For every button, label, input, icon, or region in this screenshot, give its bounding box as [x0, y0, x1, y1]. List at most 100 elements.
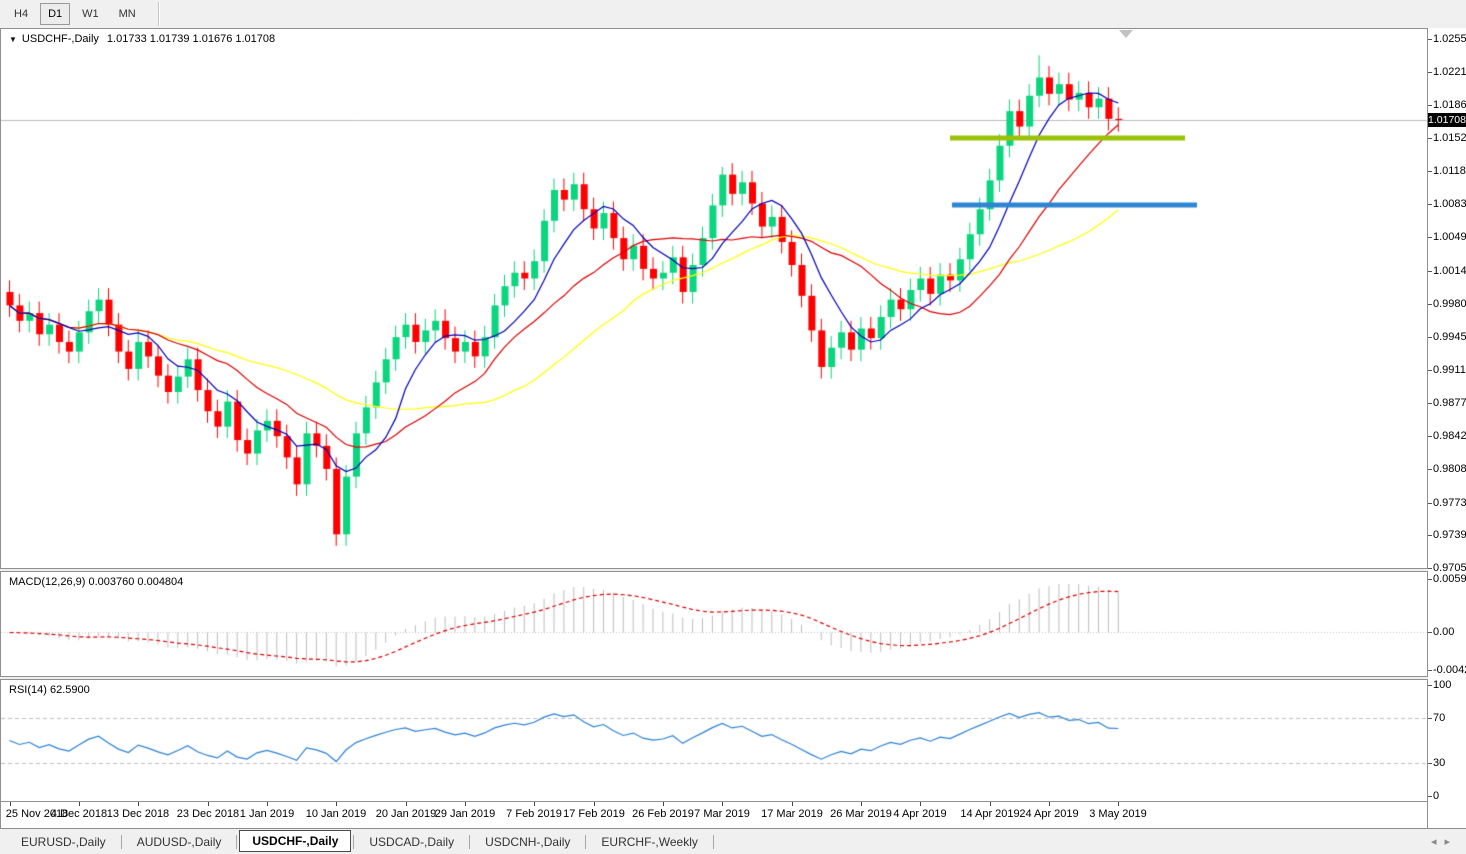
time-scale-tick	[534, 802, 535, 806]
time-scale-label: 17 Mar 2019	[761, 808, 823, 820]
chart-tab-bar: EURUSD-,Daily AUDUSD-,Daily USDCHF-,Dail…	[0, 828, 1466, 854]
time-scale-label: 10 Jan 2019	[305, 808, 367, 820]
rsi-scale-tick	[1428, 718, 1432, 719]
tab-separator	[585, 834, 587, 849]
price-scale-label: 0.98080	[1433, 463, 1466, 475]
time-scale-label: 29 Jan 2019	[434, 808, 496, 820]
tab-separator	[120, 834, 122, 849]
timeframe-toolbar: H4 D1 W1 MN	[0, 0, 1466, 28]
price-scale-tick	[1428, 535, 1432, 536]
tab-eurusd-daily[interactable]: EURUSD-,Daily	[8, 832, 119, 852]
price-scale-label: 1.00490	[1433, 231, 1466, 243]
time-scale-tick	[79, 802, 80, 806]
time-scale-tick	[1049, 802, 1050, 806]
price-scale-label: 1.02550	[1433, 33, 1466, 45]
rsi-scale-label: 30	[1433, 757, 1446, 769]
time-scale-label: 24 Apr 2019	[1019, 808, 1079, 820]
price-scale-label: 0.99110	[1433, 364, 1466, 376]
time-scale-tick	[1118, 802, 1119, 806]
price-scale-tick	[1428, 138, 1432, 139]
time-scale-tick	[10, 802, 11, 806]
price-scale-label: 0.99450	[1433, 331, 1466, 343]
time-scale-tick	[990, 802, 991, 806]
timeframe-mn-button[interactable]: MN	[111, 3, 144, 25]
rsi-label: RSI(14) 62.5900	[9, 684, 90, 696]
price-scale-tick	[1428, 403, 1432, 404]
price-scale-tick	[1428, 72, 1432, 73]
price-scale-label: 1.02210	[1433, 66, 1466, 78]
tab-eurchf-weekly[interactable]: EURCHF-,Weekly	[588, 832, 710, 852]
price-scale-tick	[1428, 469, 1432, 470]
time-scale-tick	[406, 802, 407, 806]
timeframe-w1-button[interactable]: W1	[74, 3, 107, 25]
price-scale-tick	[1428, 39, 1432, 40]
timeframe-d1-button[interactable]: D1	[40, 3, 71, 25]
price-scale[interactable]: 1.01708 1.02550 1.02210 1.01860 1.01520 1.01…	[1428, 28, 1466, 828]
price-scale-label: 0.99800	[1433, 298, 1466, 310]
time-scale-tick	[336, 802, 337, 806]
chart-ohlc-values: 1.01733 1.01739 1.01676 1.01708	[106, 33, 276, 45]
price-chart-canvas[interactable]	[1, 29, 1427, 568]
price-scale-tick	[1428, 171, 1432, 172]
time-scale-label: 1 Jan 2019	[239, 808, 295, 820]
tab-scroll-left-icon[interactable]: ◂	[1431, 836, 1445, 848]
rsi-canvas[interactable]	[1, 680, 1427, 801]
rsi-panel[interactable]: RSI(14) 62.5900	[0, 679, 1428, 802]
macd-scale-label: 0.00597	[1433, 573, 1466, 585]
macd-label: MACD(12,26,9) 0.003760 0.004804	[9, 576, 184, 588]
mt4-window: H4 D1 W1 MN ▼ USDCHF-,Daily 1.01733 1.0173…	[0, 0, 1466, 854]
price-scale-tick	[1428, 105, 1432, 106]
tab-separator	[353, 834, 355, 849]
price-scale-label: 0.98770	[1433, 397, 1466, 409]
time-scale-tick	[920, 802, 921, 806]
tab-scroll-arrows: ◂▸	[1431, 835, 1458, 848]
rsi-scale-tick	[1428, 796, 1432, 797]
rsi-scale-tick	[1428, 763, 1432, 764]
time-scale-tick	[861, 802, 862, 806]
rsi-scale-label: 0	[1433, 790, 1440, 802]
price-scale-label: 1.01180	[1433, 165, 1466, 177]
tab-separator	[712, 834, 714, 849]
chart-symbol-label: USDCHF-,Daily	[21, 33, 99, 45]
price-scale-tick	[1428, 271, 1432, 272]
time-scale-tick	[208, 802, 209, 806]
price-scale-tick	[1428, 304, 1432, 305]
price-scale-label: 1.00140	[1433, 265, 1466, 277]
macd-scale-label: 0.00	[1433, 626, 1455, 638]
price-scale-tick	[1428, 337, 1432, 338]
price-scale-tick	[1428, 237, 1432, 238]
price-scale-tick	[1428, 503, 1432, 504]
time-scale-tick	[722, 802, 723, 806]
rsi-scale-label: 70	[1433, 712, 1446, 724]
time-scale-label: 4 Apr 2019	[893, 808, 947, 820]
time-scale-tick	[792, 802, 793, 806]
macd-scale-tick	[1428, 632, 1432, 633]
tab-usdcad-daily[interactable]: USDCAD-,Daily	[356, 832, 467, 852]
chart-dropdown-icon[interactable]: ▼	[9, 35, 17, 44]
tab-audusd-daily[interactable]: AUDUSD-,Daily	[124, 832, 235, 852]
price-chart-panel[interactable]: ▼ USDCHF-,Daily 1.01733 1.01739 1.01676 1.…	[0, 28, 1428, 569]
rsi-scale-label: 100	[1433, 679, 1452, 691]
macd-panel[interactable]: MACD(12,26,9) 0.003760 0.004804	[0, 571, 1428, 677]
tab-scroll-right-icon[interactable]: ▸	[1444, 836, 1458, 848]
macd-scale-label: -0.004243	[1433, 664, 1466, 676]
toolbar-separator	[157, 2, 160, 26]
macd-scale-tick	[1428, 670, 1432, 671]
tab-separator	[236, 834, 238, 849]
tab-usdcnh-daily[interactable]: USDCNH-,Daily	[472, 832, 583, 852]
price-scale-label: 1.00830	[1433, 198, 1466, 210]
current-price-tag: 1.01708	[1428, 113, 1466, 127]
tab-usdchf-daily[interactable]: USDCHF-,Daily	[239, 829, 352, 852]
time-scale-tick	[594, 802, 595, 806]
chart-shift-marker-icon[interactable]	[1119, 30, 1133, 38]
time-scale-tick	[138, 802, 139, 806]
tab-separator	[469, 834, 471, 849]
price-scale-label: 0.97390	[1433, 529, 1466, 541]
price-scale-label: 0.97730	[1433, 497, 1466, 509]
price-scale-tick	[1428, 568, 1432, 569]
timeframe-h4-button[interactable]: H4	[6, 3, 36, 25]
macd-canvas[interactable]	[1, 572, 1427, 676]
time-scale-label: 13 Dec 2018	[106, 808, 170, 820]
time-scale[interactable]: 25 Nov 2018 4 Dec 2018 13 Dec 2018 23 Dec 2…	[0, 802, 1428, 828]
time-scale-tick	[267, 802, 268, 806]
